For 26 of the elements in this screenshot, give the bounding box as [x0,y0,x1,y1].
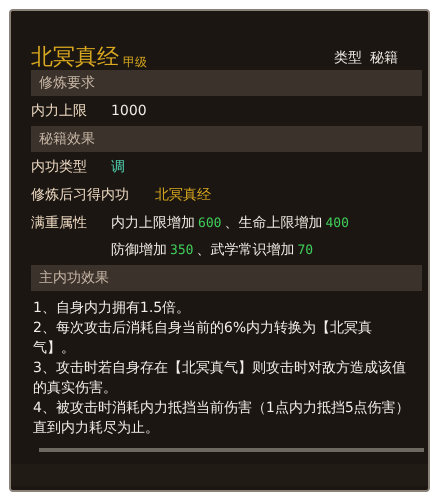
effect-text: 3、攻击时若自身存在【北冥真气】则攻击时对敌方造成该值的真实伤害。 [33,359,407,398]
field-value: 、生命上限增加 [224,214,322,233]
item-grade: 甲级 [123,56,147,68]
type-value: 秘籍 [370,49,398,68]
item-title: 北冥真经 [31,47,119,69]
field-label: 修炼后习得内功 [31,186,130,205]
effect-text: 1、自身内力拥有1.5倍。 [33,299,192,318]
field-label: 内功类型 [31,158,88,177]
stat-value: 600 [198,215,222,233]
field-value: 调 [111,158,125,177]
section-header: 秘籍效果 [31,126,422,152]
section-header: 主内功效果 [31,265,422,291]
section-header: 修炼要求 [31,70,422,96]
field-value: 内力上限增加 [111,214,195,233]
field-value: 、武学常识增加 [196,241,294,260]
field-label: 满重属性 [31,214,88,233]
effect-text: 2、每次攻击后消耗自身当前的6%内力转换为【北冥真气】。 [33,319,374,358]
field-value: 防御增加 [111,241,167,260]
type-label: 类型 [334,49,362,68]
stat-value: 400 [325,215,349,233]
field-label: 内力上限 [31,102,88,121]
stat-value: 350 [170,242,194,260]
field-value: 北冥真经 [155,186,211,205]
effect-text: 4、被攻击时消耗内力抵挡当前伤害（1点内力抵挡5点伤害）直到内力耗尽为止。 [33,399,411,438]
field-value: 1000 [111,102,147,121]
stat-value: 70 [297,242,314,260]
